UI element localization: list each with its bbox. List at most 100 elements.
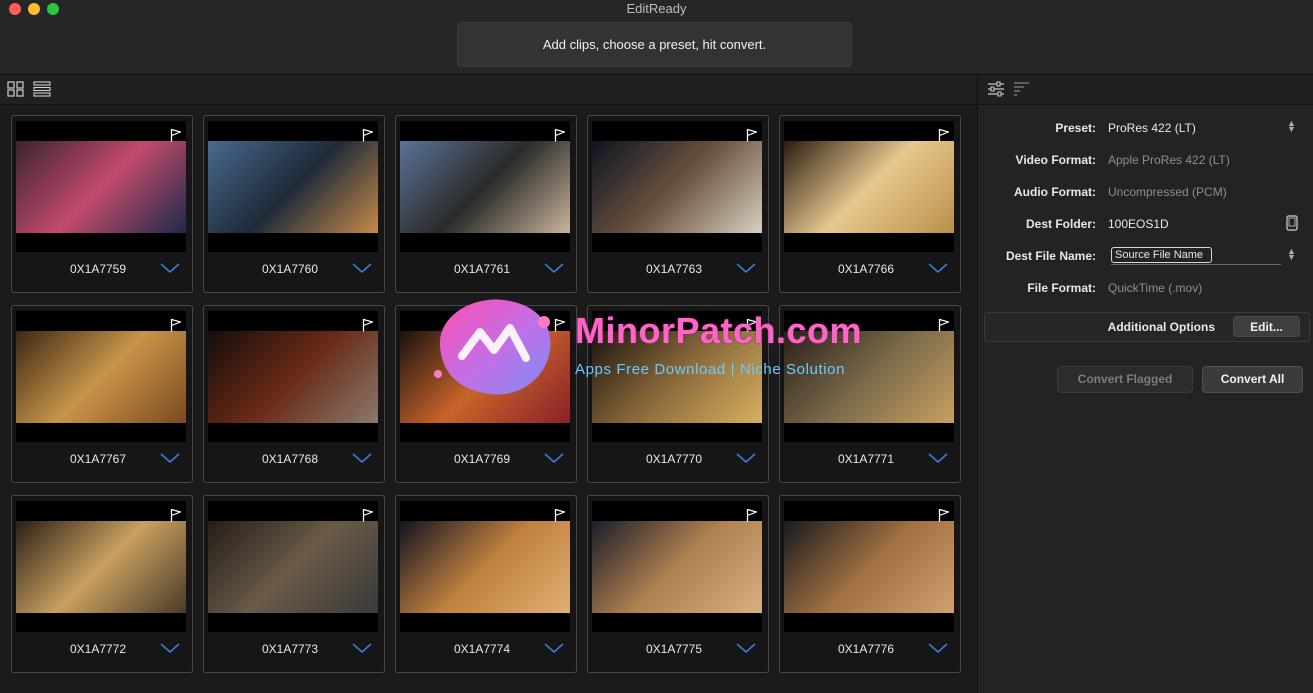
clip-thumbnail[interactable] (208, 121, 378, 252)
clip-card[interactable]: 0X1A7776 (779, 495, 961, 673)
clip-thumbnail[interactable] (208, 501, 378, 632)
flag-icon[interactable] (554, 128, 566, 142)
watermark-subtitle: Apps Free Download | Niche Solution (575, 361, 846, 378)
file-format-value: QuickTime (.mov) (1108, 281, 1203, 295)
clip-preview-image (592, 521, 762, 613)
chevron-down-icon[interactable] (735, 262, 757, 274)
clip-thumbnail[interactable] (400, 121, 570, 252)
convert-flagged-button[interactable]: Convert Flagged (1057, 366, 1193, 393)
clip-preview-image (16, 141, 186, 233)
sort-icon[interactable] (1013, 81, 1031, 97)
panel-toolbar (978, 75, 1313, 105)
clip-thumbnail[interactable] (16, 501, 186, 632)
device-icon[interactable] (1286, 215, 1298, 231)
flag-icon[interactable] (938, 508, 950, 522)
flag-icon[interactable] (746, 128, 758, 142)
settings-panel: Preset: ProRes 422 (LT) ▲ ▼ Video Format:… (977, 75, 1313, 693)
clip-card[interactable]: 0X1A7774 (395, 495, 577, 673)
chevron-down-icon[interactable] (735, 452, 757, 464)
chevron-down-icon[interactable] (351, 452, 373, 464)
watermark-title: MinorPatch.com (575, 310, 863, 351)
sliders-icon[interactable] (987, 81, 1005, 97)
clip-card[interactable]: 0X1A7766 (779, 115, 961, 293)
flag-icon[interactable] (170, 318, 182, 332)
dest-folder-label: Dest Folder: (1025, 217, 1096, 231)
clip-thumbnail[interactable] (208, 311, 378, 442)
clip-card[interactable]: 0X1A7772 (11, 495, 193, 673)
chevron-down-icon[interactable] (159, 262, 181, 274)
watermark-logo-icon (434, 299, 551, 395)
audio-format-row: Audio Format: Uncompressed (PCM) (978, 182, 1313, 202)
clip-thumbnail[interactable] (784, 501, 954, 632)
clip-card[interactable]: 0X1A7768 (203, 305, 385, 483)
clip-card[interactable]: 0X1A7775 (587, 495, 769, 673)
list-view-icon[interactable] (33, 81, 51, 97)
file-format-row: File Format: QuickTime (.mov) (978, 278, 1313, 298)
dest-file-name-combo[interactable] (1111, 264, 1281, 265)
clip-card[interactable]: 0X1A7759 (11, 115, 193, 293)
grid-view-icon[interactable] (7, 81, 25, 97)
chevron-down-icon[interactable] (159, 642, 181, 654)
flag-icon[interactable] (746, 508, 758, 522)
clip-card[interactable]: 0X1A7761 (395, 115, 577, 293)
preset-stepper-icon[interactable]: ▲ ▼ (1287, 119, 1296, 134)
clip-card[interactable]: 0X1A7760 (203, 115, 385, 293)
chevron-down-icon[interactable] (543, 262, 565, 274)
flag-icon[interactable] (938, 318, 950, 332)
clip-thumbnail[interactable] (16, 311, 186, 442)
clip-preview-image (208, 521, 378, 613)
convert-all-button[interactable]: Convert All (1202, 366, 1303, 393)
flag-icon[interactable] (938, 128, 950, 142)
dest-file-name-stepper-icon[interactable]: ▲ ▼ (1287, 247, 1296, 262)
dest-file-name-row: Dest File Name: Source File Name ▲ ▼ (978, 246, 1313, 266)
clip-preview-image (16, 521, 186, 613)
hint-text: Add clips, choose a preset, hit convert. (542, 37, 767, 52)
view-toolbar (0, 75, 977, 105)
preset-row: Preset: ProRes 422 (LT) ▲ ▼ (978, 118, 1313, 138)
flag-icon[interactable] (170, 128, 182, 142)
clip-thumbnail[interactable] (16, 121, 186, 252)
chevron-down-icon[interactable] (543, 642, 565, 654)
clip-card[interactable]: 0X1A7773 (203, 495, 385, 673)
clip-thumbnail[interactable] (784, 121, 954, 252)
video-format-row: Video Format: Apple ProRes 422 (LT) (978, 150, 1313, 170)
edit-options-button[interactable]: Edit... (1233, 316, 1300, 337)
clip-thumbnail[interactable] (592, 121, 762, 252)
audio-format-value: Uncompressed (PCM) (1108, 185, 1227, 199)
clip-preview-image (784, 141, 954, 233)
additional-options-label: Additional Options (1107, 320, 1215, 334)
clip-preview-image (592, 141, 762, 233)
file-format-label: File Format: (1027, 281, 1096, 295)
window-title: EditReady (626, 1, 687, 16)
title-bar: EditReady Add clips, choose a preset, hi… (0, 0, 1313, 75)
clip-preview-image (784, 521, 954, 613)
chevron-down-icon[interactable] (543, 452, 565, 464)
clip-preview-image (400, 141, 570, 233)
chevron-down-icon[interactable] (351, 642, 373, 654)
clip-thumbnail[interactable] (400, 501, 570, 632)
clip-card[interactable]: 0X1A7763 (587, 115, 769, 293)
preset-select[interactable]: ProRes 422 (LT) (1108, 121, 1196, 135)
flag-icon[interactable] (554, 508, 566, 522)
chevron-down-icon[interactable] (159, 452, 181, 464)
chevron-down-icon[interactable] (735, 642, 757, 654)
dest-file-name-label: Dest File Name: (1005, 249, 1096, 263)
flag-icon[interactable] (362, 318, 374, 332)
dest-file-name-field[interactable]: Source File Name (1111, 247, 1212, 263)
clip-preview-image (400, 521, 570, 613)
chevron-down-icon[interactable] (927, 262, 949, 274)
flag-icon[interactable] (170, 508, 182, 522)
flag-icon[interactable] (362, 508, 374, 522)
chevron-down-icon[interactable] (927, 452, 949, 464)
clip-preview-image (208, 141, 378, 233)
video-format-value: Apple ProRes 422 (LT) (1108, 153, 1230, 167)
preset-label: Preset: (1055, 121, 1096, 135)
chevron-down-icon[interactable] (351, 262, 373, 274)
dest-folder-row: Dest Folder: 100EOS1D (978, 214, 1313, 234)
flag-icon[interactable] (362, 128, 374, 142)
clip-preview-image (16, 331, 186, 423)
clip-card[interactable]: 0X1A7767 (11, 305, 193, 483)
chevron-down-icon[interactable] (927, 642, 949, 654)
video-format-label: Video Format: (1015, 153, 1096, 167)
clip-thumbnail[interactable] (592, 501, 762, 632)
